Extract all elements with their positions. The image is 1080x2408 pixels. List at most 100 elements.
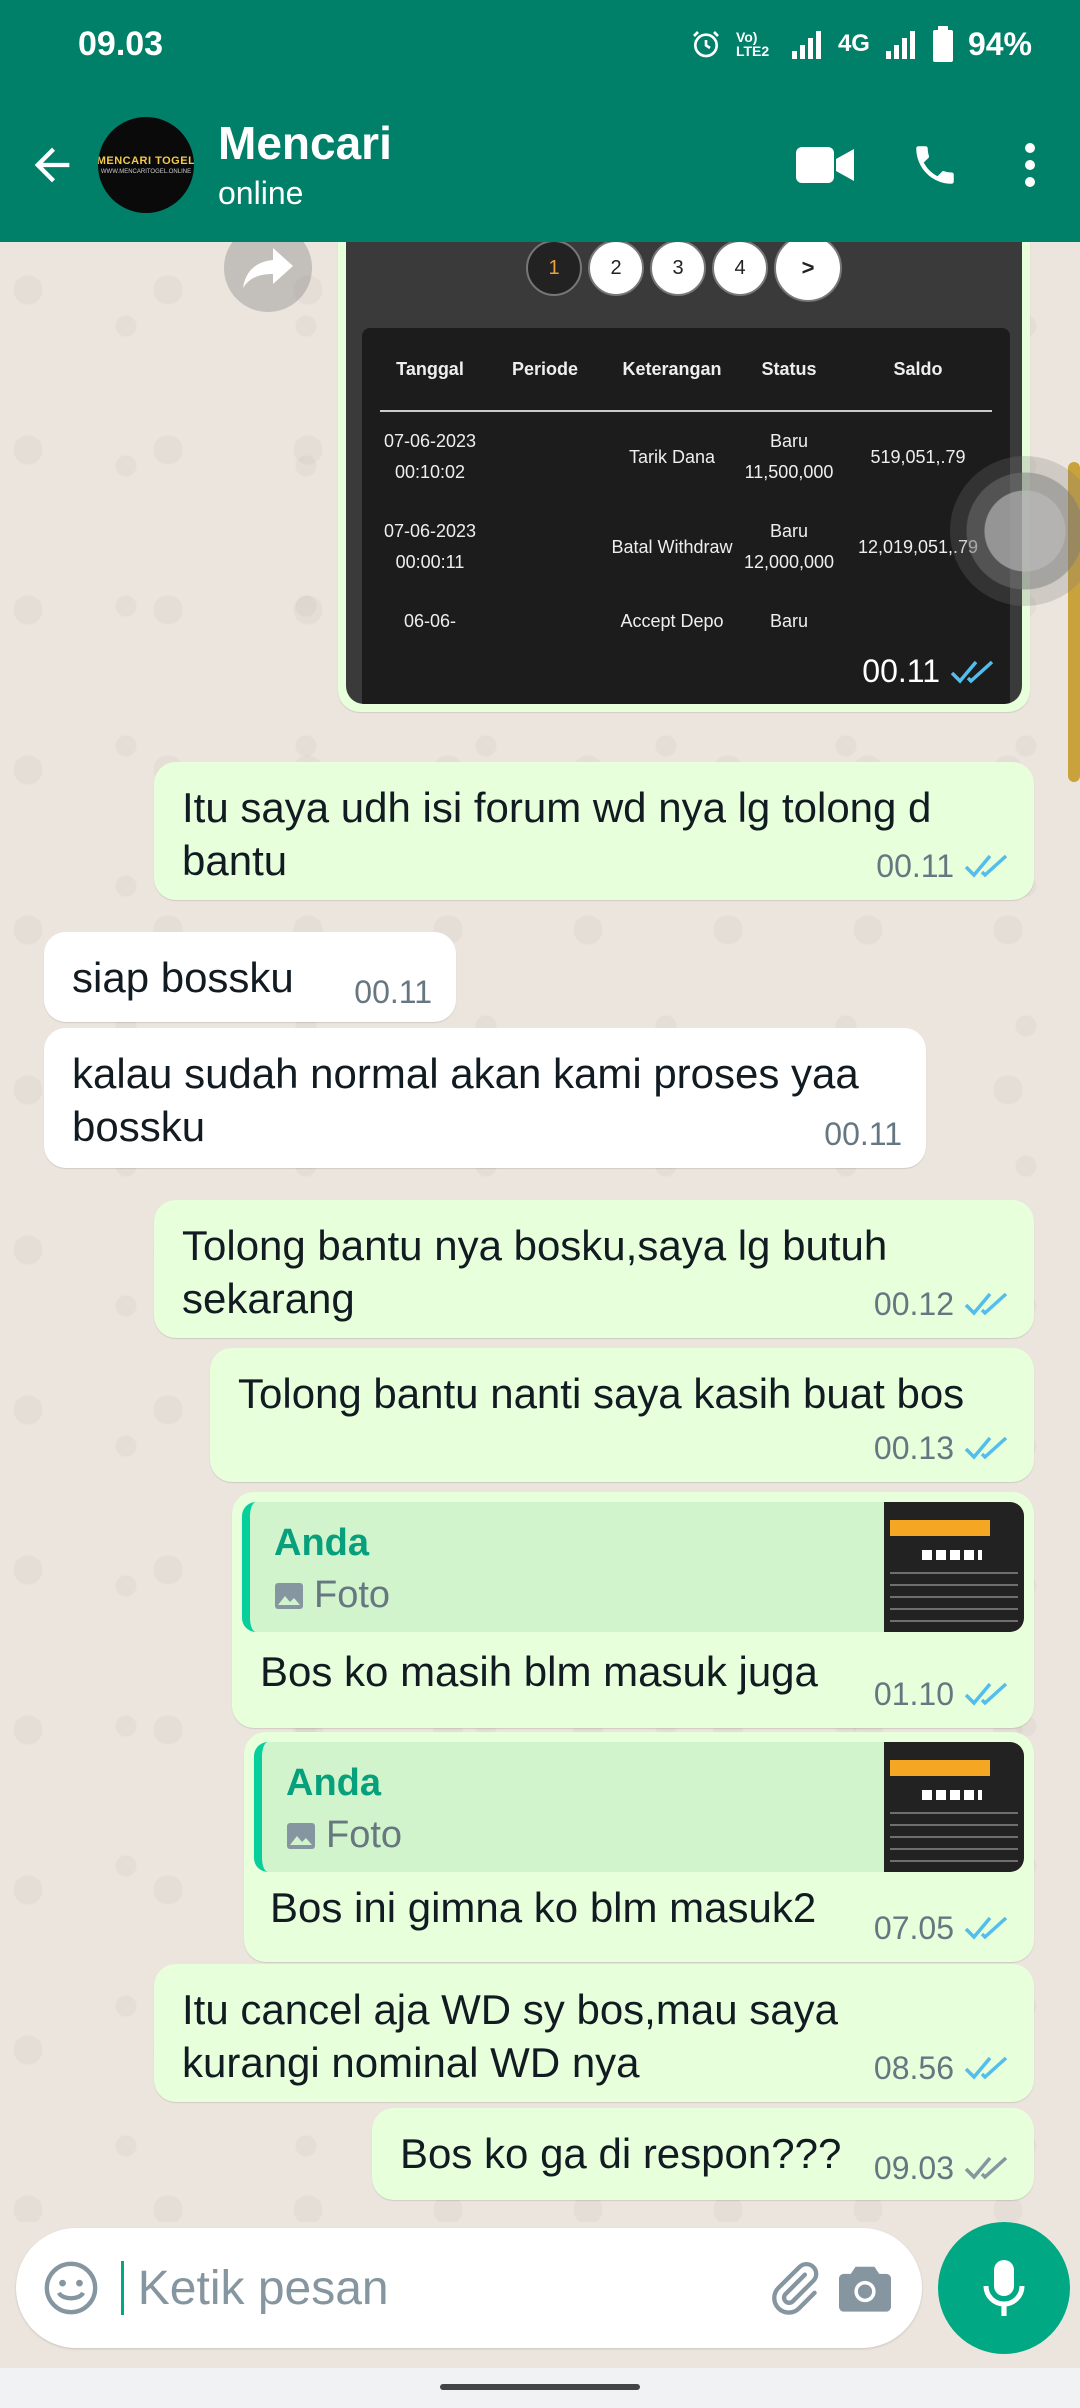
message-bubble-outgoing[interactable]: Tolong bantu nya bosku,saya lg butuh sek… xyxy=(154,1200,1034,1338)
avatar[interactable]: MENCARI TOGEL WWW.MENCARITOGEL.ONLINE xyxy=(98,117,194,213)
image-message-meta: 00.11 xyxy=(862,653,996,690)
message-meta: 07.05 xyxy=(874,1908,1010,1948)
message-meta: 00.12 xyxy=(874,1284,1010,1324)
message-time: 07.05 xyxy=(873,1910,954,1946)
message-bubble-outgoing-reply[interactable]: Anda Foto Bos ko masih blm masuk juga 01… xyxy=(232,1492,1034,1728)
chat-area[interactable]: 1 2 3 4 > Tanggal Periode Keterangan Sta… xyxy=(0,242,1080,2222)
contact-info[interactable]: Mencari online xyxy=(218,118,770,212)
table-row: 07-06-2023 00:10:02 Tarik Dana Baru 11,5… xyxy=(380,412,992,502)
message-meta: 00.13 xyxy=(874,1428,1010,1468)
contact-status: online xyxy=(218,174,304,211)
status-time: 09.03 xyxy=(78,24,164,63)
phone-icon[interactable] xyxy=(880,110,990,220)
message-bubble-outgoing[interactable]: Bos ko ga di respon??? 09.03 xyxy=(372,2108,1034,2200)
double-tick-icon xyxy=(964,2156,1008,2180)
message-composer xyxy=(16,2228,922,2348)
photo-icon xyxy=(287,1822,315,1849)
home-gesture-pill[interactable] xyxy=(440,2384,640,2390)
signal-icon xyxy=(790,29,824,59)
page-3: 3 xyxy=(650,242,706,296)
message-time: 00.11 xyxy=(862,653,940,689)
message-bubble-outgoing[interactable]: Tolong bantu nanti saya kasih buat bos 0… xyxy=(210,1348,1034,1482)
message-time: 09.03 xyxy=(873,2150,954,2186)
col-status: Status xyxy=(761,358,817,379)
contact-name: Mencari xyxy=(218,117,392,170)
double-tick-icon xyxy=(964,1436,1008,1460)
message-meta: 00.11 xyxy=(876,846,1010,886)
forward-icon[interactable] xyxy=(224,242,312,312)
quoted-message[interactable]: Anda Foto xyxy=(254,1742,1024,1872)
double-tick-icon xyxy=(964,2056,1008,2080)
mic-button[interactable] xyxy=(938,2222,1070,2354)
col-keterangan: Keterangan xyxy=(622,358,722,379)
network-label: 4G xyxy=(837,30,870,57)
double-tick-icon xyxy=(964,1682,1008,1706)
message-bubble-outgoing[interactable]: Itu cancel aja WD sy bos,mau saya kurang… xyxy=(154,1964,1034,2102)
quote-thumbnail xyxy=(884,1742,1024,1872)
message-time: 08.56 xyxy=(873,2050,954,2086)
quoted-message[interactable]: Anda Foto xyxy=(242,1502,1024,1632)
image-message[interactable]: 1 2 3 4 > Tanggal Periode Keterangan Sta… xyxy=(338,242,1030,712)
cell-status: Baru 12,000,000 xyxy=(743,521,835,572)
chat-header: MENCARI TOGEL WWW.MENCARITOGEL.ONLINE Me… xyxy=(0,88,1080,242)
signal-icon-2 xyxy=(884,29,918,59)
message-time: 00.11 xyxy=(876,848,954,884)
table-row: 07-06-2023 00:00:11 Batal Withdraw Baru … xyxy=(380,502,992,592)
cell-keterangan: Accept Depo xyxy=(620,611,724,631)
quote-author: Anda xyxy=(274,1522,369,1564)
double-tick-icon xyxy=(964,1292,1008,1316)
col-saldo: Saldo xyxy=(893,358,943,379)
quote-thumbnail xyxy=(884,1502,1024,1632)
cell-saldo xyxy=(844,606,992,637)
cell-keterangan: Batal Withdraw xyxy=(611,536,733,557)
table-row: 06-06- Accept Depo Baru xyxy=(380,592,992,651)
mic-icon xyxy=(983,2260,1025,2316)
message-bubble-outgoing[interactable]: Itu saya udh isi forum wd nya lg tolong … xyxy=(154,762,1034,900)
message-text: Tolong bantu nya bosku,saya lg butuh sek… xyxy=(182,1222,888,1322)
page-next: > xyxy=(774,242,842,302)
quote-author: Anda xyxy=(286,1762,381,1804)
attach-icon[interactable] xyxy=(759,2243,830,2333)
volte-label: Vo) LTE2 xyxy=(735,29,770,59)
more-options-icon[interactable] xyxy=(990,110,1070,220)
message-bubble-outgoing-reply[interactable]: Anda Foto Bos ini gimna ko blm masuk2 07… xyxy=(244,1732,1034,1962)
double-tick-icon xyxy=(964,1916,1008,1940)
cell-tanggal: 06-06- xyxy=(403,611,457,631)
message-time: 01.10 xyxy=(873,1676,954,1712)
message-bubble-incoming[interactable]: kalau sudah normal akan kami proses yaa … xyxy=(44,1028,926,1168)
message-text: Itu cancel aja WD sy bos,mau saya kurang… xyxy=(182,1986,838,2086)
message-time: 00.11 xyxy=(354,974,432,1010)
double-tick-icon xyxy=(964,854,1008,878)
pagination: 1 2 3 4 > xyxy=(346,242,1022,302)
message-time: 00.12 xyxy=(873,1286,954,1322)
quote-type-label: Foto xyxy=(326,1814,403,1856)
cell-periode xyxy=(480,606,610,637)
double-tick-icon xyxy=(950,660,994,684)
emoji-icon[interactable] xyxy=(36,2243,107,2333)
message-text: Itu saya udh isi forum wd nya lg tolong … xyxy=(182,784,932,884)
battery-level: 94% xyxy=(967,25,1032,62)
message-meta: 09.03 xyxy=(874,2148,1010,2188)
text-cursor xyxy=(120,2261,124,2315)
message-meta: 00.11 xyxy=(354,972,432,1012)
quote-type-label: Foto xyxy=(314,1574,391,1616)
system-nav-bar xyxy=(0,2368,1080,2408)
camera-icon[interactable] xyxy=(829,2243,900,2333)
page-4: 4 xyxy=(712,242,768,296)
back-arrow-icon[interactable] xyxy=(8,121,96,209)
transaction-table: Tanggal Periode Keterangan Status Saldo … xyxy=(362,328,1010,704)
photo-icon xyxy=(275,1582,303,1609)
image-screenshot[interactable]: 1 2 3 4 > Tanggal Periode Keterangan Sta… xyxy=(346,242,1022,704)
cell-tanggal: 07-06-2023 00:00:11 xyxy=(383,521,477,572)
cell-status: Baru 11,500,000 xyxy=(744,431,834,482)
message-bubble-incoming[interactable]: siap bossku 00.11 xyxy=(44,932,456,1022)
message-time: 00.13 xyxy=(873,1430,954,1466)
cell-periode xyxy=(480,516,610,578)
table-header: Tanggal Periode Keterangan Status Saldo xyxy=(380,328,992,412)
message-input[interactable] xyxy=(137,2260,759,2316)
quote-type: Foto xyxy=(286,1812,402,1860)
message-meta: 08.56 xyxy=(874,2048,1010,2088)
video-call-icon[interactable] xyxy=(770,110,880,220)
cell-tanggal: 07-06-2023 00:10:02 xyxy=(383,431,477,482)
alarm-icon xyxy=(690,28,722,60)
